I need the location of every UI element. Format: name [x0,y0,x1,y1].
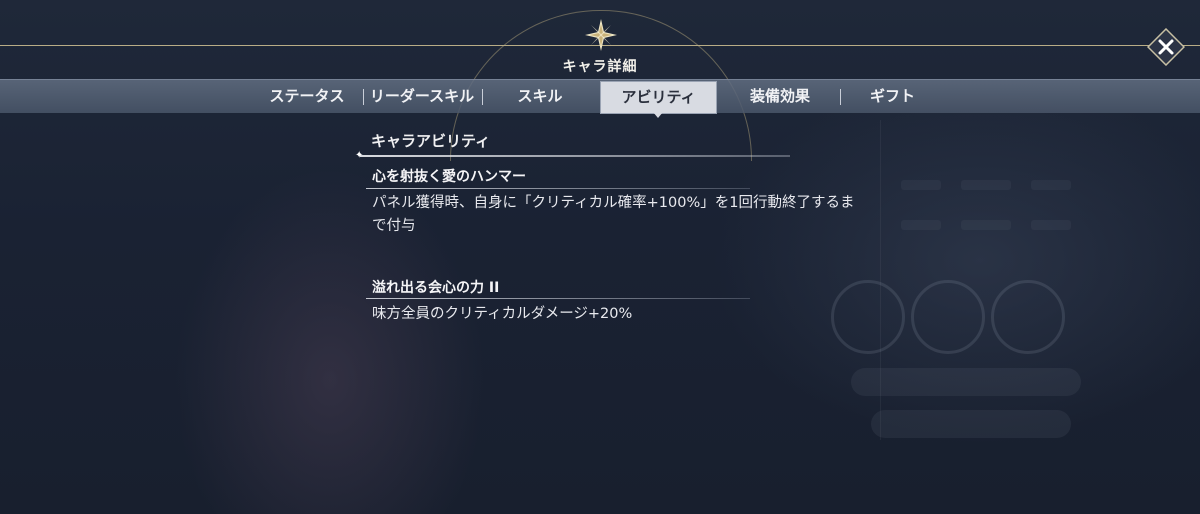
tab-skill[interactable]: スキル [505,80,575,113]
ability-name: 溢れ出る会心の力 II [372,280,500,296]
background-decoration [961,220,1011,230]
sparkle-icon: ✦ [355,150,364,161]
section-title: キャラアビリティ [371,132,491,150]
tab-gift[interactable]: ギフト [860,80,925,113]
page-title: キャラ詳細 [562,59,638,75]
tab-separator [840,89,841,105]
ability-name: 心を射抜く愛のハンマー [372,169,526,185]
background-decoration [1031,220,1071,230]
tab-separator [482,89,483,105]
section-divider [360,155,790,157]
tab-leader-skill[interactable]: リーダースキル [366,80,478,113]
background-decoration [901,220,941,230]
tab-ability[interactable]: アビリティ [600,81,717,114]
background-decoration [911,280,985,354]
tab-status[interactable]: ステータス [262,80,352,113]
ability-divider [366,188,750,189]
background-decoration [1031,180,1071,190]
compass-star-icon [585,19,617,51]
ability-divider [366,298,750,299]
background-decoration [871,410,1071,438]
background-decoration [961,180,1011,190]
tab-equipment-effect[interactable]: 装備効果 [740,80,820,113]
background-decoration [851,368,1081,396]
background-status-panel [831,120,1101,440]
background-decoration [991,280,1065,354]
active-tab-pointer [653,112,663,118]
tab-bar: ステータス リーダースキル スキル アビリティ 装備効果 ギフト [0,79,1200,114]
background-decoration [901,180,941,190]
ability-description: 味方全員のクリティカルダメージ+20% [372,306,633,322]
tab-separator [363,89,364,105]
ability-description: パネル獲得時、自身に「クリティカル確率+100%」を1回行動終了するまで付与 [372,195,855,234]
close-button[interactable] [1147,28,1185,66]
